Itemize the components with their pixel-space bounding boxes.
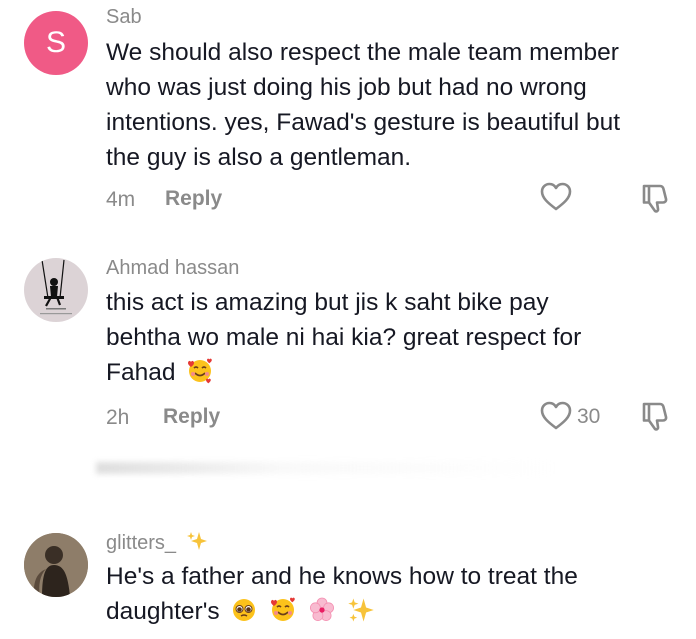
smiling-face-with-hearts-icon — [186, 357, 214, 395]
like-count: 30 — [577, 405, 601, 428]
comment-text-line: Fahad — [106, 359, 176, 386]
comment-text: We should also respect the male team mem… — [106, 35, 676, 175]
smiling-face-with-hearts-icon — [269, 596, 297, 634]
comment-username[interactable]: glitters_ — [106, 532, 176, 554]
dislike-icon[interactable] — [640, 182, 670, 219]
avatar[interactable]: S — [24, 11, 88, 75]
blurred-divider — [96, 462, 556, 474]
comment-text-line: intentions. yes, Fawad's gesture is beau… — [106, 109, 621, 136]
comment-username[interactable]: Ahmad hassan — [106, 257, 239, 280]
comment-text-line: the guy is also a gentleman. — [106, 144, 412, 171]
comment-username[interactable]: Sab — [106, 6, 142, 29]
comment-text-line: behtha wo male ni hai kia? great respect… — [106, 324, 582, 351]
avatar[interactable] — [24, 533, 88, 597]
heart-icon[interactable] — [540, 182, 572, 217]
sparkles-icon — [347, 596, 375, 634]
dislike-icon[interactable] — [640, 400, 670, 437]
pleading-face-icon — [230, 596, 258, 634]
avatar-letter: S — [45, 26, 66, 59]
comment-text-line: daughter's — [106, 598, 220, 625]
cherry-blossom-icon — [308, 596, 336, 634]
comment-text-line-with-emoji: daughter's — [106, 594, 676, 634]
sparkles-icon — [186, 530, 208, 558]
comment-text-line: He's a father and he knows how to treat … — [106, 563, 578, 590]
comment-text-line-with-emoji: Fahad — [106, 355, 676, 395]
comment-text-line: this act is amazing but jis k saht bike … — [106, 289, 549, 316]
comment-text-line: who was just doing his job but had no wr… — [106, 74, 587, 101]
comment-text: He's a father and he knows how to treat … — [106, 559, 676, 634]
reply-button[interactable]: Reply — [163, 405, 220, 429]
comment-time: 2h — [106, 406, 130, 429]
comment-time: 4m — [106, 188, 136, 211]
heart-icon[interactable] — [540, 401, 572, 436]
avatar[interactable] — [24, 258, 88, 322]
comment-text: this act is amazing but jis k saht bike … — [106, 285, 676, 395]
comment-username-row: glitters_ — [106, 530, 208, 558]
comment-text-line: We should also respect the male team mem… — [106, 39, 619, 66]
reply-button[interactable]: Reply — [165, 187, 222, 211]
